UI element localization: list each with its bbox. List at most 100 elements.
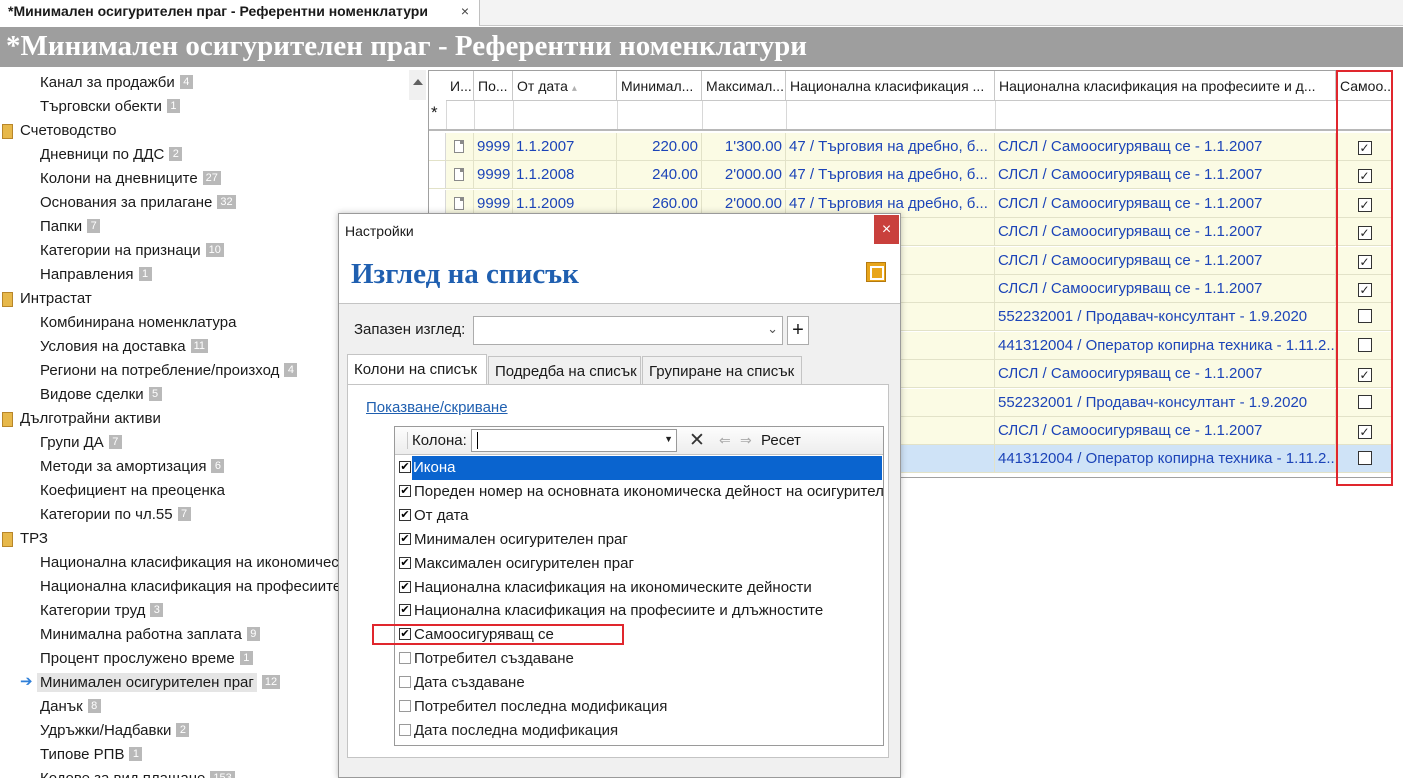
new-row-cell[interactable] <box>786 101 787 129</box>
tree-item[interactable]: Търговски обекти 1 <box>40 94 180 118</box>
show-hide-link[interactable]: Показване/скриване <box>366 399 508 416</box>
cell-max[interactable]: 1'300.00 <box>702 133 786 161</box>
new-row-cell[interactable] <box>995 101 996 129</box>
column-option[interactable]: Потребител последна модификация <box>395 695 883 719</box>
unchecked-checkbox[interactable] <box>399 676 411 689</box>
tree-item[interactable]: Колони на дневниците 27 <box>40 166 221 190</box>
column-header[interactable]: Минимал... <box>617 71 702 101</box>
tree-item[interactable]: Папки 7 <box>40 214 101 238</box>
new-row[interactable]: * <box>429 101 1392 131</box>
cell-min[interactable]: 220.00 <box>617 133 702 161</box>
cell-nkpd[interactable]: 441312004 / Оператор копирна техника - 1… <box>995 331 1336 360</box>
dropdown-arrow-icon[interactable]: ▼ <box>664 434 673 444</box>
checked-checkbox[interactable]: ✔ <box>399 532 411 545</box>
checked-checkbox[interactable]: ✔ <box>399 508 411 521</box>
column-option[interactable]: ✔ Пореден номер на основната икономическа… <box>395 480 883 504</box>
tree-item[interactable]: Национална класификация на икономичес <box>40 550 339 574</box>
cell-nkpd[interactable]: СЛСЛ / Самоосигуряващ се - 1.1.2007 <box>995 161 1336 190</box>
cell-nkpd[interactable]: СЛСЛ / Самоосигуряващ се - 1.1.2007 <box>995 417 1336 445</box>
checked-checkbox[interactable]: ✔ <box>399 580 411 593</box>
column-header[interactable]: Национална класификация ... <box>786 71 995 101</box>
column-option[interactable]: ✔ Национална класификация на професиите и… <box>395 599 883 623</box>
new-row-cell[interactable] <box>446 101 447 129</box>
column-option[interactable]: ✔ Икона <box>395 456 883 480</box>
tab-grouping[interactable]: Групиране на списък <box>642 356 802 384</box>
column-header[interactable]: От дата <box>513 71 617 101</box>
close-tab-icon[interactable]: × <box>461 3 469 19</box>
tree-item[interactable]: Условия на доставка 11 <box>40 334 208 358</box>
tree-item[interactable]: Групи ДА 7 <box>40 430 122 454</box>
cell-min[interactable]: 240.00 <box>617 161 702 190</box>
row-selector[interactable] <box>429 133 446 161</box>
checked-checkbox[interactable]: ✔ <box>399 461 411 473</box>
tree-item[interactable]: Методи за амортизация 6 <box>40 454 225 478</box>
tree-item[interactable]: Процент прослужено време 1 <box>40 646 253 670</box>
tab-columns[interactable]: Колони на списък <box>347 354 487 385</box>
cell-nkpd[interactable]: СЛСЛ / Самоосигуряващ се - 1.1.2007 <box>995 360 1336 389</box>
column-header[interactable]: Национална класификация на професиите и … <box>995 71 1336 101</box>
table-row[interactable]: 9999 1.1.2008 240.00 2'000.00 47 / Търговия … <box>429 161 1392 190</box>
row-selector[interactable] <box>429 161 446 190</box>
new-row-cell[interactable] <box>513 101 514 129</box>
tree-item[interactable]: Кодове за вид плащане 153 <box>40 766 235 778</box>
cell-nkpd[interactable]: СЛСЛ / Самоосигуряващ се - 1.1.2007 <box>995 275 1336 303</box>
tree-item[interactable]: Региони на потребление/произход 4 <box>40 358 298 382</box>
tree-item[interactable]: Дневници по ДДС 2 <box>40 142 183 166</box>
next-arrow-icon[interactable]: ⇒ <box>740 432 752 449</box>
tree-item[interactable]: Данък 8 <box>40 694 101 718</box>
column-header[interactable]: По... <box>474 71 513 101</box>
unchecked-checkbox[interactable] <box>399 652 411 665</box>
checked-checkbox[interactable]: ✔ <box>399 604 411 617</box>
document-tab[interactable]: *Минимален осигурителен праг - Референтн… <box>0 0 480 26</box>
tree-item[interactable]: Канал за продажби 4 <box>40 70 193 94</box>
cell-nkpd[interactable]: 441312004 / Оператор копирна техника - 1… <box>995 445 1336 474</box>
tree-group[interactable]: Дълготрайни активи <box>0 406 161 430</box>
tree-item[interactable]: Категории труд 3 <box>40 598 164 622</box>
add-view-button[interactable]: + <box>787 316 809 345</box>
cell-from[interactable]: 1.1.2007 <box>513 133 617 161</box>
tree-item[interactable]: Минимален осигурителен праг 12 <box>37 670 281 694</box>
checked-checkbox[interactable]: ✔ <box>399 556 411 569</box>
tree-group[interactable]: Счетоводство <box>0 118 116 142</box>
cell-max[interactable]: 2'000.00 <box>702 161 786 190</box>
column-option[interactable]: Потребител създаване <box>395 647 883 671</box>
tab-ordering[interactable]: Подредба на списък <box>488 356 641 384</box>
cell-seq[interactable]: 9999 <box>474 133 513 161</box>
cell-nkpd[interactable]: 552232001 / Продавач-консултант - 1.9.20… <box>995 303 1336 332</box>
column-search-input[interactable]: ▼ <box>471 429 677 452</box>
tree-item[interactable]: Национална класификация на професиите <box>40 574 341 598</box>
dialog-close-button[interactable]: × <box>874 215 899 244</box>
checked-checkbox[interactable]: ✔ <box>399 484 411 497</box>
column-option[interactable]: ✔ Минимален осигурителен праг <box>395 528 883 552</box>
tree-item[interactable]: Категории на признаци 10 <box>40 238 224 262</box>
cell-nkpd[interactable]: СЛСЛ / Самоосигуряващ се - 1.1.2007 <box>995 246 1336 275</box>
unchecked-checkbox[interactable] <box>399 700 411 712</box>
unchecked-checkbox[interactable] <box>399 723 411 736</box>
column-option[interactable]: Дата последна модификация <box>395 719 883 743</box>
tree-item[interactable]: Удръжки/Надбавки 2 <box>40 718 190 742</box>
tree-item[interactable]: Основания за прилагане 32 <box>40 190 236 214</box>
column-header[interactable]: И... <box>446 71 474 101</box>
new-row-cell[interactable] <box>474 101 475 129</box>
reset-button[interactable]: Ресет <box>761 432 801 449</box>
cell-nkpd[interactable]: СЛСЛ / Самоосигуряващ се - 1.1.2007 <box>995 189 1336 218</box>
cell-nkid[interactable]: 47 / Търговия на дребно, б... <box>786 161 995 190</box>
table-row[interactable]: 9999 1.1.2007 220.00 1'300.00 47 / Търговия … <box>429 133 1392 161</box>
saved-view-select[interactable]: ⌄ <box>473 316 783 345</box>
cell-nkpd[interactable]: 552232001 / Продавач-консултант - 1.9.20… <box>995 388 1336 417</box>
previous-arrow-icon[interactable]: ⇐ <box>719 432 731 449</box>
cell-nkpd[interactable]: СЛСЛ / Самоосигуряващ се - 1.1.2007 <box>995 218 1336 247</box>
column-header[interactable]: Максимал... <box>702 71 786 101</box>
new-row-cell[interactable] <box>702 101 703 129</box>
tree-item[interactable]: Коефициент на преоценка <box>40 478 225 502</box>
cell-nkid[interactable]: 47 / Търговия на дребно, б... <box>786 133 995 161</box>
tree-group[interactable]: ТРЗ <box>0 526 48 550</box>
column-option[interactable]: ✔ Национална класификация на икономически… <box>395 576 883 600</box>
tree-item[interactable]: Типове РПВ 1 <box>40 742 143 766</box>
tree-item[interactable]: Категории по чл.55 7 <box>40 502 191 526</box>
column-option[interactable]: ✔ Максимален осигурителен праг <box>395 552 883 576</box>
scroll-up-button[interactable] <box>409 70 426 100</box>
tree-item[interactable]: Видове сделки 5 <box>40 382 162 406</box>
cell-seq[interactable]: 9999 <box>474 161 513 190</box>
tree-item[interactable]: Комбинирана номенклатура <box>40 310 236 334</box>
